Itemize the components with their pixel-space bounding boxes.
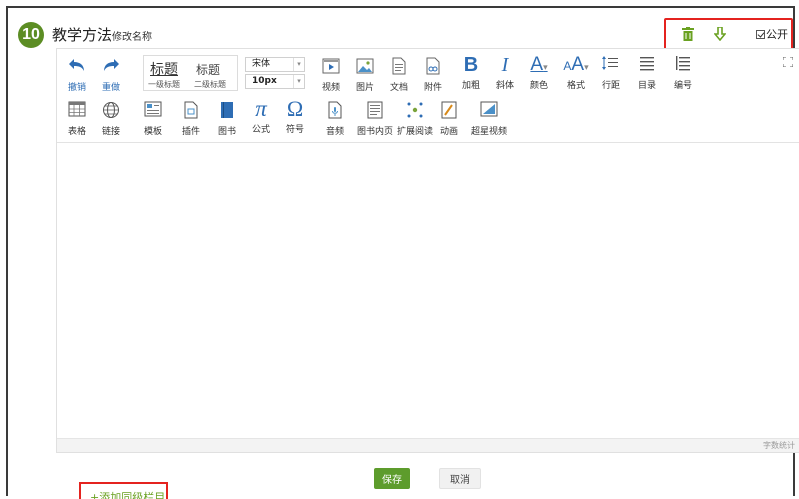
add-sibling-section-highlight: +添加同级栏目 bbox=[79, 482, 168, 499]
section-actions-group: 公开 bbox=[664, 18, 793, 50]
audio-button[interactable]: 音频 bbox=[321, 101, 349, 137]
plugin-button[interactable]: 插件 bbox=[177, 101, 205, 137]
rename-link[interactable]: 修改名称 bbox=[112, 28, 152, 43]
format-button[interactable]: AA▾ 格式 bbox=[561, 54, 591, 92]
table-button[interactable]: 表格 bbox=[63, 101, 91, 137]
extended-reading-icon bbox=[395, 101, 435, 121]
bold-icon: B bbox=[463, 54, 479, 76]
italic-button[interactable]: I 斜体 bbox=[491, 55, 519, 91]
italic-icon: I bbox=[501, 54, 509, 76]
attachment-icon bbox=[419, 57, 447, 77]
template-button[interactable]: 模板 bbox=[139, 101, 167, 137]
font-family-select[interactable]: 宋体 ▾ bbox=[245, 57, 305, 72]
heading-style-picker[interactable]: 标题 标题 一级标题 二级标题 bbox=[143, 55, 238, 91]
undo-button[interactable]: 撤销 bbox=[63, 57, 91, 93]
table-icon bbox=[63, 101, 91, 121]
plugin-icon bbox=[177, 101, 205, 121]
chaoxing-video-button[interactable]: 超星视频 bbox=[469, 101, 509, 137]
save-button[interactable]: 保存 bbox=[374, 468, 410, 489]
undo-icon bbox=[63, 57, 91, 77]
heading-1-label: 一级标题 bbox=[148, 80, 180, 89]
symbol-icon: Ω bbox=[286, 96, 304, 121]
book-page-icon bbox=[355, 101, 395, 121]
numbered-list-button[interactable]: 编号 bbox=[669, 55, 697, 91]
rich-text-editor: 撤销 重做 标题 标题 一级标题 二级标题 宋体 ▾ 10px ▾ 视频 图片 … bbox=[56, 48, 799, 453]
format-icon: AA▾ bbox=[563, 54, 589, 75]
toc-button[interactable]: 目录 bbox=[633, 55, 661, 91]
heading-1-sample[interactable]: 标题 bbox=[150, 59, 178, 79]
extended-reading-button[interactable]: 扩展阅读 bbox=[395, 101, 435, 137]
toc-icon bbox=[633, 55, 661, 75]
trash-icon[interactable] bbox=[678, 20, 698, 48]
section-number-badge: 10 bbox=[18, 22, 44, 48]
video-icon bbox=[317, 57, 345, 77]
chevron-down-icon: ▾ bbox=[293, 58, 304, 71]
publish-checkbox[interactable]: 公开 bbox=[752, 20, 792, 48]
book-icon bbox=[213, 101, 241, 121]
symbol-button[interactable]: Ω 符号 bbox=[281, 96, 309, 136]
animation-icon bbox=[435, 101, 463, 121]
attachment-button[interactable]: 附件 bbox=[419, 57, 447, 93]
template-icon bbox=[139, 101, 167, 121]
formula-icon: π bbox=[255, 96, 267, 121]
bold-button[interactable]: B 加粗 bbox=[457, 55, 485, 91]
fullscreen-icon[interactable] bbox=[782, 56, 794, 70]
heading-2-sample[interactable]: 标题 bbox=[196, 61, 220, 78]
checkbox-checked-icon bbox=[756, 29, 765, 39]
line-spacing-icon bbox=[597, 55, 625, 75]
publish-label: 公开 bbox=[766, 28, 788, 41]
formula-button[interactable]: π 公式 bbox=[247, 96, 275, 135]
add-sibling-section-link[interactable]: +添加同级栏目 bbox=[90, 489, 165, 499]
cancel-button[interactable]: 取消 bbox=[439, 468, 481, 489]
heading-2-label: 二级标题 bbox=[194, 80, 226, 89]
word-count[interactable]: 字数统计 bbox=[57, 438, 799, 452]
redo-icon bbox=[97, 57, 125, 77]
animation-button[interactable]: 动画 bbox=[435, 101, 463, 137]
chaoxing-video-icon bbox=[469, 101, 509, 121]
book-page-button[interactable]: 图书内页 bbox=[355, 101, 395, 137]
chapter-section-panel: 10 教学方法 修改名称 公开 撤销 重做 标题 标题 一级标题 二级标题 宋体… bbox=[6, 6, 799, 499]
editor-content-area[interactable] bbox=[57, 144, 799, 440]
image-button[interactable]: 图片 bbox=[351, 57, 379, 93]
font-color-icon: A▾ bbox=[530, 54, 548, 75]
redo-button[interactable]: 重做 bbox=[97, 57, 125, 93]
document-button[interactable]: 文档 bbox=[385, 57, 413, 93]
line-spacing-button[interactable]: 行距 bbox=[597, 55, 625, 91]
editor-toolbar: 撤销 重做 标题 标题 一级标题 二级标题 宋体 ▾ 10px ▾ 视频 图片 … bbox=[57, 49, 799, 143]
audio-icon bbox=[321, 101, 349, 121]
section-title: 教学方法 bbox=[52, 26, 113, 44]
font-size-select[interactable]: 10px ▾ bbox=[245, 74, 305, 89]
document-icon bbox=[385, 57, 413, 77]
arrow-down-icon[interactable] bbox=[710, 20, 730, 48]
font-color-button[interactable]: A▾ 颜色 bbox=[525, 54, 553, 92]
video-button[interactable]: 视频 bbox=[317, 57, 345, 93]
book-button[interactable]: 图书 bbox=[213, 101, 241, 137]
image-icon bbox=[351, 57, 379, 77]
link-icon bbox=[97, 101, 125, 121]
link-button[interactable]: 链接 bbox=[97, 101, 125, 137]
chevron-down-icon: ▾ bbox=[293, 75, 304, 88]
numbered-list-icon bbox=[669, 55, 697, 75]
